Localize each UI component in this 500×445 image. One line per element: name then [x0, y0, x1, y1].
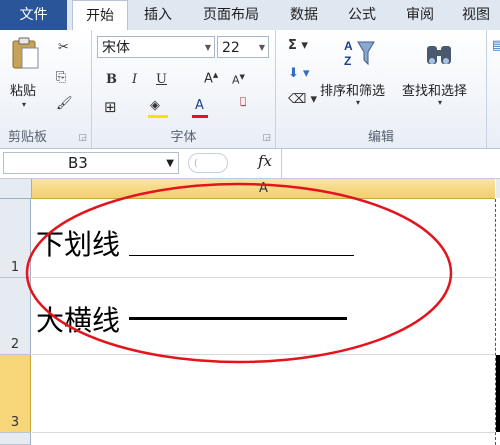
svg-text:A: A: [344, 39, 353, 53]
cell-a2[interactable]: 大横线: [36, 299, 120, 339]
tab-review[interactable]: 审阅: [396, 0, 444, 30]
italic-icon[interactable]: I: [132, 72, 137, 87]
row-header-4[interactable]: [0, 433, 31, 445]
paste-icon: [12, 37, 39, 69]
worksheet-grid[interactable]: A 1 2 3 下划线 大横线: [0, 179, 500, 445]
sort-filter-label: 排序和筛选: [320, 84, 386, 99]
chevron-down-icon: ▾: [356, 98, 361, 107]
phonetic-icon[interactable]: 文̲: [240, 96, 246, 107]
chevron-down-icon: ▾: [22, 100, 27, 109]
name-box-value: B3: [68, 154, 88, 172]
border-icon[interactable]: ⊞: [104, 98, 117, 116]
ribbon: 粘贴 ▾ ✂ ⎘ 🖌 剪贴板 ◲ 宋体 ▼ 22 ▼ B I U A▲ A▼ ⊞…: [0, 30, 500, 149]
clipboard-group: 粘贴 ▾ ✂ ⎘ 🖌 剪贴板 ◲: [0, 30, 92, 148]
binoculars-icon: [427, 46, 451, 64]
decrease-font-icon[interactable]: A▼: [232, 73, 245, 87]
row-divider: [32, 432, 495, 433]
tab-page-layout[interactable]: 页面布局: [193, 0, 269, 30]
tab-home[interactable]: 开始: [72, 0, 128, 31]
font-size-value: 22: [222, 40, 240, 56]
select-all-corner[interactable]: [0, 179, 32, 199]
tab-view[interactable]: 视图: [452, 0, 500, 30]
tab-formulas[interactable]: 公式: [338, 0, 386, 30]
row-header-1[interactable]: 1: [0, 199, 31, 278]
copy-icon[interactable]: ⎘: [56, 70, 66, 85]
fill-color-swatch: [148, 115, 168, 118]
find-select-button[interactable]: 查找和选择 ▾: [400, 34, 480, 114]
cut-icon[interactable]: ✂: [58, 40, 69, 55]
format-painter-icon[interactable]: 🖌: [56, 96, 73, 111]
editing-group: Σ ▾ ⬇ ▾ ⌫ ▾ A Z 排序和筛选 ▾ 查找和选择 ▾ 编辑: [276, 30, 487, 148]
font-size-select[interactable]: 22 ▼: [217, 36, 269, 58]
font-color-swatch: [192, 115, 208, 118]
font-group-label: 字体: [170, 130, 197, 145]
tab-file[interactable]: 文件: [0, 0, 67, 30]
font-color-icon[interactable]: A: [195, 98, 204, 113]
cell-a1[interactable]: 下划线: [36, 223, 120, 263]
autosum-icon[interactable]: Σ ▾: [288, 38, 308, 53]
formula-bar-resize-handle[interactable]: (: [188, 153, 228, 173]
tab-insert[interactable]: 插入: [133, 0, 183, 30]
dialog-launcher-icon[interactable]: ◲: [78, 133, 87, 143]
selected-cell-b3[interactable]: [496, 355, 500, 432]
fill-icon[interactable]: ⬇ ▾: [288, 66, 310, 81]
ribbon-tab-bar: 文件 开始 插入 页面布局 数据 公式 审阅 视图: [0, 0, 500, 31]
row-divider: [32, 277, 495, 278]
sort-filter-button[interactable]: A Z 排序和筛选 ▾: [320, 34, 400, 114]
formula-bar: B3 ▼ ( fx: [0, 149, 500, 179]
fill-color-icon[interactable]: ◈: [150, 98, 160, 113]
font-name-value: 宋体: [102, 40, 130, 56]
svg-text:Z: Z: [344, 54, 351, 68]
cell-a1-text: 下划线: [36, 228, 121, 261]
underline-icon[interactable]: U: [156, 72, 167, 87]
name-box[interactable]: B3 ▼: [3, 152, 179, 174]
ribbon-overflow-icon[interactable]: ▤: [492, 38, 500, 53]
column-header-b[interactable]: [496, 179, 500, 198]
chevron-down-icon: ▼: [258, 43, 265, 52]
font-name-select[interactable]: 宋体 ▼: [97, 36, 215, 58]
thick-line-rule: [129, 317, 347, 320]
row-divider: [32, 354, 495, 355]
clear-icon[interactable]: ⌫ ▾: [288, 92, 317, 107]
cell-a2-text: 大横线: [36, 304, 121, 337]
formula-input[interactable]: [281, 149, 500, 178]
font-group: 宋体 ▼ 22 ▼ B I U A▲ A▼ ⊞ ◈ A 文̲ 字体 ◲: [92, 30, 276, 148]
dialog-launcher-icon[interactable]: ◲: [262, 133, 271, 143]
insert-function-icon[interactable]: fx: [258, 152, 272, 170]
editing-group-label: 编辑: [367, 130, 394, 145]
paste-label: 粘贴: [10, 84, 37, 99]
chevron-down-icon: ▾: [438, 98, 443, 107]
sort-filter-icon: A Z: [344, 39, 375, 68]
chevron-down-icon: ▼: [204, 43, 211, 52]
tab-data[interactable]: 数据: [280, 0, 328, 30]
find-select-label: 查找和选择: [402, 84, 468, 99]
underline-rule: [129, 255, 354, 256]
column-header-a[interactable]: A: [32, 179, 495, 199]
bold-icon[interactable]: B: [106, 72, 117, 87]
increase-font-icon[interactable]: A▲: [204, 71, 218, 86]
row-header-3[interactable]: 3: [0, 355, 31, 433]
row-header-2[interactable]: 2: [0, 278, 31, 355]
paste-button[interactable]: 粘贴 ▾: [6, 36, 46, 116]
chevron-down-icon: ▼: [166, 158, 174, 169]
